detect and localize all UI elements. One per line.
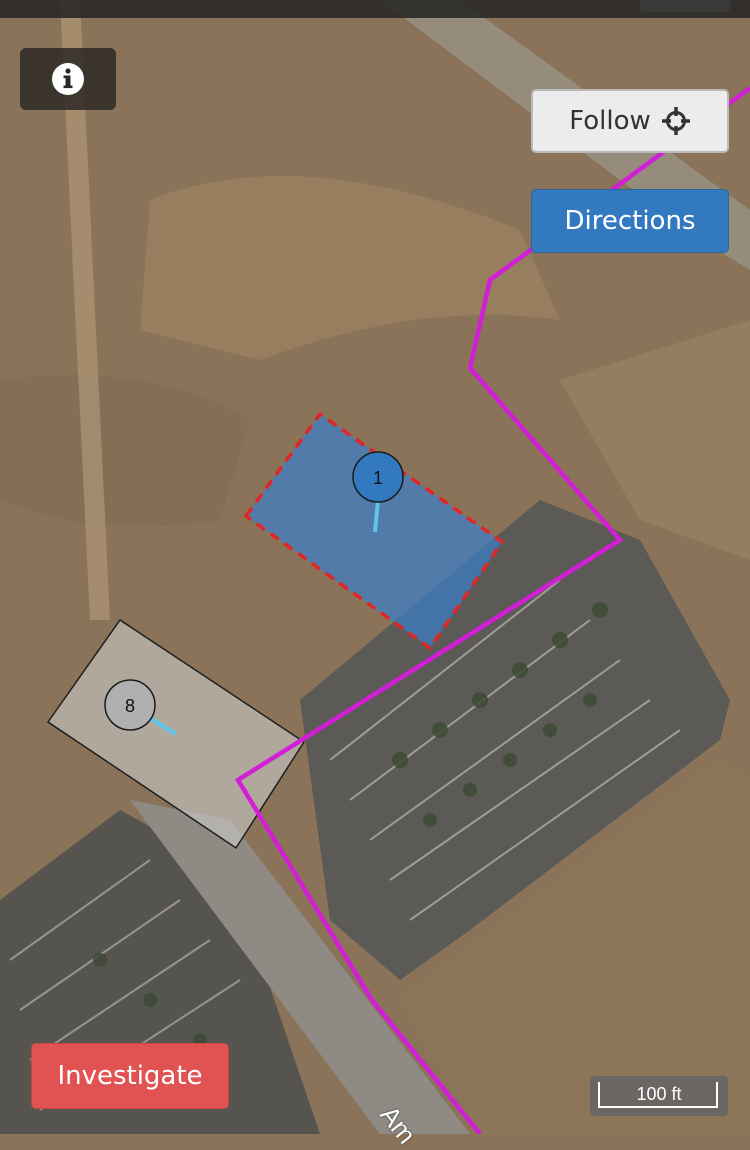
- investigate-label: Investigate: [57, 1061, 203, 1091]
- investigate-button[interactable]: Investigate: [31, 1043, 229, 1109]
- info-icon: [52, 63, 84, 95]
- info-button[interactable]: [20, 48, 116, 110]
- directions-label: Directions: [564, 206, 696, 236]
- top-bar-tab[interactable]: [640, 0, 730, 12]
- map-scale: 100 ft: [590, 1076, 728, 1116]
- follow-button[interactable]: Follow: [531, 89, 729, 153]
- directions-button[interactable]: Directions: [531, 189, 729, 253]
- top-status-bar: [0, 0, 750, 18]
- marker-8-label: 8: [125, 696, 135, 716]
- satellite-map[interactable]: 1 8: [0, 0, 750, 1134]
- scale-label: 100 ft: [636, 1084, 682, 1104]
- marker-1-label: 1: [373, 468, 383, 488]
- follow-label: Follow: [569, 106, 651, 136]
- crosshair-icon: [661, 107, 690, 135]
